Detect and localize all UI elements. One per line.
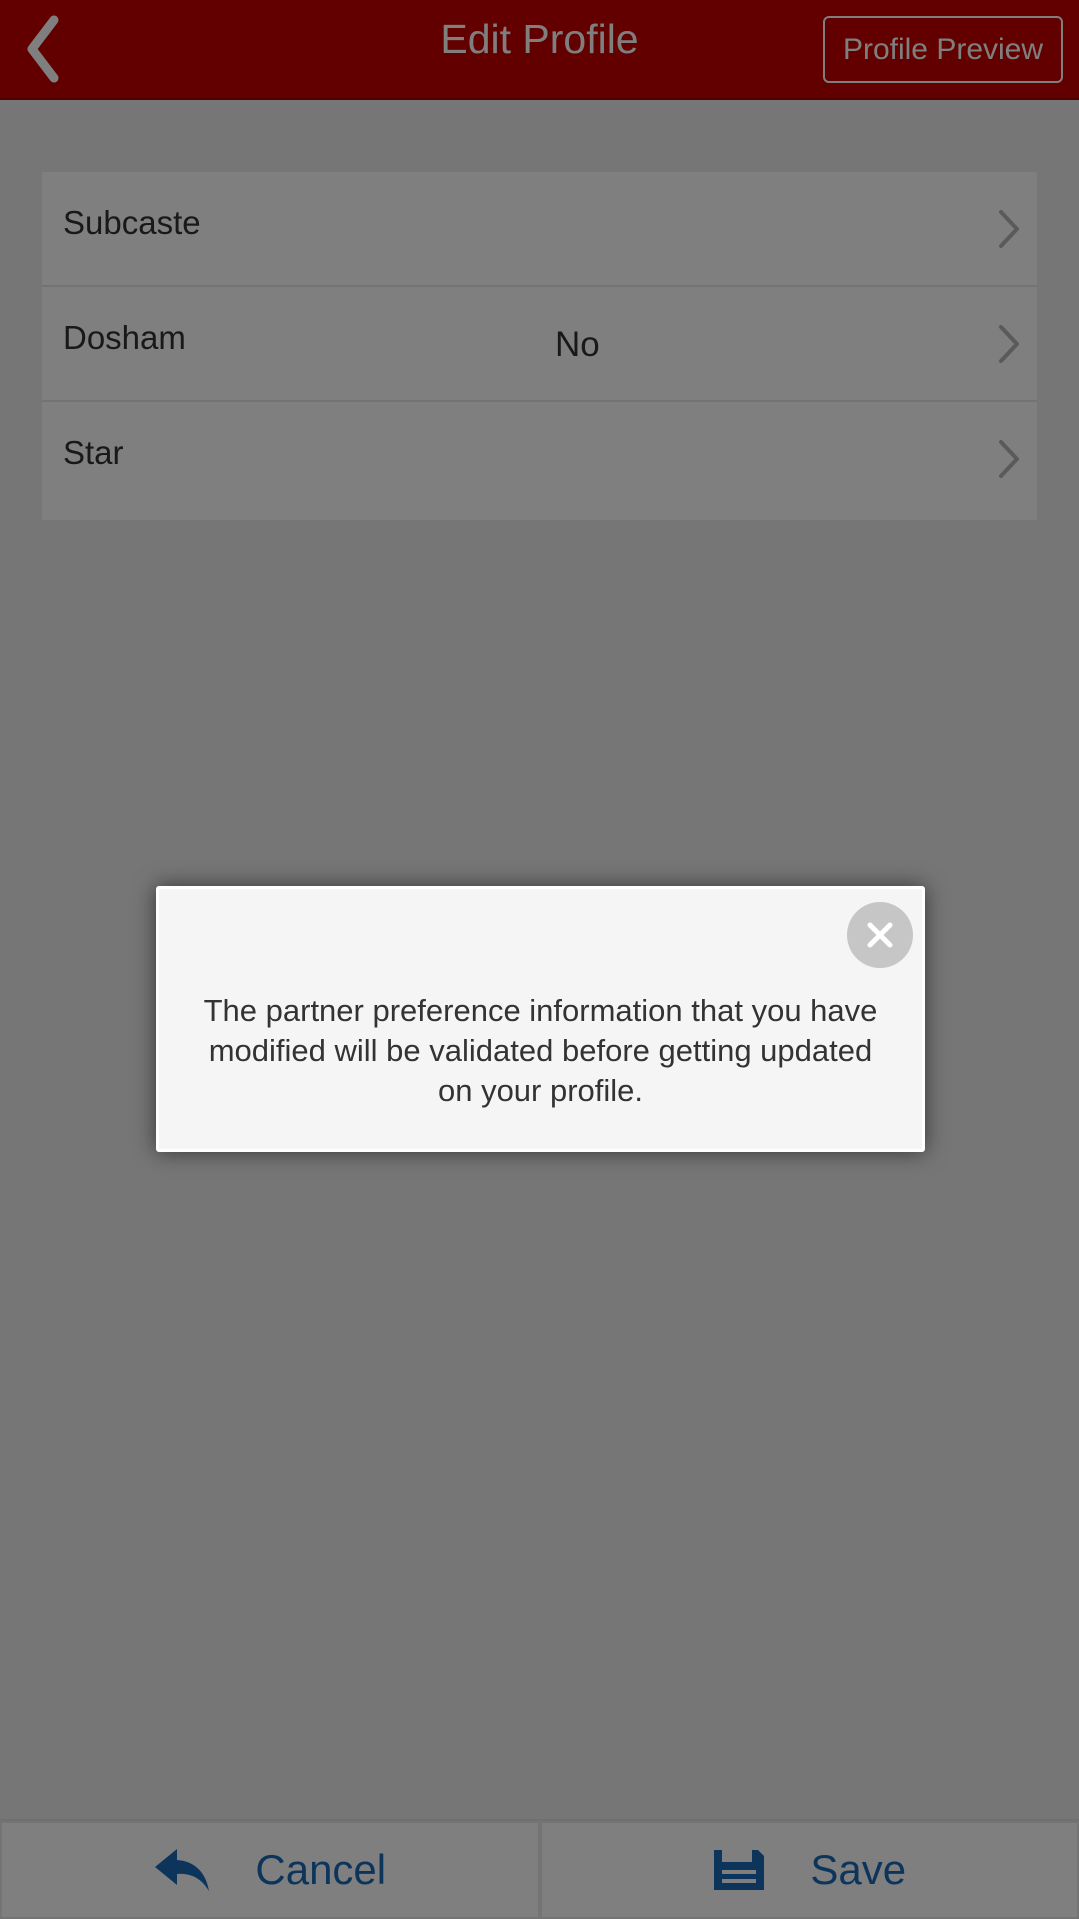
dialog-close-button[interactable] xyxy=(847,902,913,968)
close-icon xyxy=(867,922,893,948)
dialog-message: The partner preference information that … xyxy=(203,993,878,1108)
info-dialog: The partner preference information that … xyxy=(156,886,925,1152)
